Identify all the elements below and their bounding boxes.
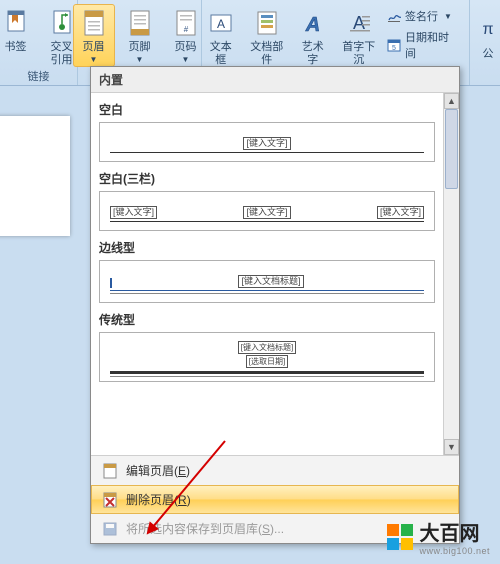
gallery-scroll: 空白 [键入文字] 空白(三栏) [键入文字] [键入文字] [键入文字] 边线…	[91, 93, 459, 455]
gallery-item-title: 空白	[99, 101, 435, 118]
placeholder: [键入文档标题]	[238, 341, 296, 354]
pagenum-button[interactable]: # 页码 ▼	[165, 4, 207, 67]
edit-header-label: 编辑页眉(E)	[126, 462, 190, 479]
gallery-item-blank[interactable]: [键入文字]	[99, 122, 435, 162]
signature-button[interactable]: 签名行 ▼	[382, 6, 463, 26]
placeholder: [键入文字]	[243, 206, 290, 219]
datetime-label: 日期和时间	[405, 29, 458, 61]
svg-text:A: A	[304, 14, 319, 36]
textbox-icon: A	[207, 9, 235, 37]
svg-text:#: #	[183, 25, 188, 34]
remove-header-icon	[102, 492, 118, 508]
edit-header-menuitem[interactable]: 编辑页眉(E)	[91, 456, 459, 485]
gallery-section-header: 内置	[91, 67, 459, 93]
scroll-thumb[interactable]	[445, 109, 458, 189]
svg-text:A: A	[217, 17, 225, 31]
ribbon-group-equation: π 公	[476, 0, 500, 85]
header-label: 页眉	[83, 41, 105, 54]
scroll-up-button[interactable]: ▲	[444, 93, 459, 109]
ribbon-group-links: 书签 交叉 引用 链接	[0, 0, 78, 85]
gallery-item-blank-3col[interactable]: [键入文字] [键入文字] [键入文字]	[99, 191, 435, 231]
remove-header-menuitem[interactable]: 删除页眉(R)	[91, 485, 459, 514]
svg-text:5: 5	[392, 45, 396, 52]
datetime-button[interactable]: 5 日期和时间	[382, 27, 463, 63]
scrollbar[interactable]: ▲ ▼	[443, 93, 459, 455]
equation-button[interactable]: π 公	[473, 11, 500, 64]
placeholder: [选取日期]	[246, 355, 288, 368]
pagenum-label: 页码	[175, 41, 197, 54]
svg-text:π: π	[482, 21, 493, 38]
watermark-url: www.big100.net	[419, 546, 490, 556]
gallery-item-edge[interactable]: [键入文档标题]	[99, 260, 435, 303]
chevron-down-icon: ▼	[136, 56, 144, 64]
bookmark-label: 书签	[5, 41, 27, 54]
gallery-item-title: 传统型	[99, 311, 435, 328]
quickparts-label: 文档部件	[248, 41, 285, 67]
footer-button[interactable]: 页脚 ▼	[119, 4, 161, 67]
chevron-down-icon: ▼	[90, 56, 98, 64]
watermark: 大百网 www.big100.net	[387, 517, 490, 556]
footer-label: 页脚	[129, 41, 151, 54]
pagenum-icon: #	[172, 9, 200, 37]
crossref-label: 交叉 引用	[51, 41, 73, 67]
dropcap-label: 首字下沉	[340, 41, 377, 67]
placeholder: [键入文档标题]	[238, 275, 303, 288]
group-links-label: 链接	[0, 68, 77, 84]
scroll-down-button[interactable]: ▼	[444, 439, 459, 455]
bookmark-button[interactable]: 书签	[0, 4, 37, 70]
signature-label: 签名行	[405, 8, 438, 24]
header-icon	[80, 9, 108, 37]
datetime-icon: 5	[387, 38, 401, 52]
textbox-label: 文本框	[207, 41, 234, 67]
placeholder: [键入文字]	[377, 206, 424, 219]
edit-header-icon	[102, 463, 118, 479]
equation-icon: π	[479, 16, 497, 44]
bookmark-icon	[2, 9, 30, 37]
remove-header-label: 删除页眉(R)	[126, 491, 191, 508]
signature-icon	[387, 9, 401, 23]
chevron-down-icon: ▼	[182, 56, 190, 64]
placeholder: [键入文字]	[243, 137, 290, 150]
equation-label: 公	[483, 48, 494, 61]
crossref-icon	[48, 9, 76, 37]
watermark-text: 大百网	[419, 517, 490, 546]
quickparts-icon	[253, 9, 281, 37]
chevron-down-icon: ▼	[444, 12, 452, 21]
wordart-label: 艺术字	[299, 41, 326, 67]
header-gallery: 内置 空白 [键入文字] 空白(三栏) [键入文字] [键入文字] [键入文字]…	[90, 66, 460, 544]
placeholder: [键入文字]	[110, 206, 157, 219]
save-header-label: 将所选内容保存到页眉库(S)...	[126, 520, 284, 537]
gallery-item-title: 边线型	[99, 239, 435, 256]
dropcap-icon: A	[345, 9, 373, 37]
watermark-logo-icon	[387, 524, 413, 550]
save-header-icon	[102, 521, 118, 537]
header-button[interactable]: 页眉 ▼	[73, 4, 115, 67]
footer-icon	[126, 9, 154, 37]
wordart-icon: A	[299, 9, 327, 37]
gallery-item-title: 空白(三栏)	[99, 170, 435, 187]
gallery-item-traditional[interactable]: [键入文档标题] [选取日期]	[99, 332, 435, 382]
page	[0, 116, 70, 236]
